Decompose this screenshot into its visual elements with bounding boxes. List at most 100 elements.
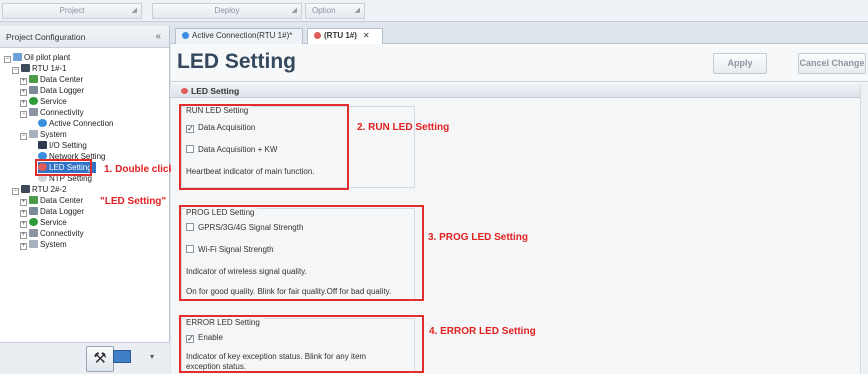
expand-node-icon[interactable]: + [20, 221, 27, 228]
tree-node-rtu1[interactable]: − RTU 1#-1 [12, 63, 67, 74]
annotation-step-1-target: "LED Setting" [100, 196, 167, 207]
tab-project[interactable]: Project ◢ [2, 3, 142, 19]
service-icon [29, 218, 38, 226]
tree-node-connectivity[interactable]: + Connectivity [20, 228, 84, 239]
monitor-icon[interactable] [110, 348, 134, 370]
panel-header: Project Configuration « [0, 26, 169, 48]
collapse-icon[interactable]: « [155, 26, 161, 48]
tree-node-label: Data Center [40, 196, 84, 205]
tree-node-label: I/O Setting [49, 141, 87, 150]
tab-project-label: Project [59, 6, 85, 15]
annotation-step-4: 4. ERROR LED Setting [429, 326, 536, 337]
page-title: LED Setting [177, 50, 296, 73]
panel-footer: ⚒ ▾ [0, 342, 170, 374]
collapse-node-icon[interactable]: − [20, 133, 27, 140]
data-logger-icon [29, 207, 38, 215]
expand-node-icon[interactable]: + [20, 232, 27, 239]
collapse-node-icon[interactable]: − [4, 56, 11, 63]
active-connection-icon [38, 119, 47, 127]
tree-node-label: System [40, 130, 67, 139]
rtu-icon [21, 64, 30, 72]
tab-deploy-label: Deploy [214, 6, 240, 15]
system-icon [29, 240, 38, 248]
collapse-node-icon[interactable]: − [20, 111, 27, 118]
monitor-icon [113, 350, 131, 363]
tree-node-data-logger[interactable]: + Data Logger [20, 206, 84, 217]
expand-icon: ◢ [131, 7, 137, 14]
collapse-node-icon[interactable]: − [12, 67, 19, 74]
expand-icon: ◢ [291, 7, 297, 14]
tree-node-service[interactable]: + Service [20, 217, 67, 228]
tab-led-setting[interactable]: (RTU 1#) ✕ [307, 28, 383, 44]
tree-node-root[interactable]: − Oil pilot plant [4, 52, 70, 63]
tree-node-label: Connectivity [40, 229, 84, 238]
highlight-box [179, 205, 424, 301]
tree-node-connectivity[interactable]: − Connectivity [20, 107, 84, 118]
tree-node-system[interactable]: + System [20, 239, 67, 250]
active-connection-icon [182, 32, 189, 39]
highlight-box [35, 159, 92, 176]
led-icon [181, 88, 188, 94]
expand-node-icon[interactable]: + [20, 89, 27, 96]
expand-node-icon[interactable]: + [20, 243, 27, 250]
cancel-change-button[interactable]: Cancel Change [798, 53, 866, 74]
document-tabs: Active Connection(RTU 1#)* (RTU 1#) ✕ [171, 26, 868, 44]
tree-node-label: Data Logger [40, 207, 85, 216]
service-icon [29, 97, 38, 105]
led-icon [314, 32, 321, 39]
collapse-node-icon[interactable]: − [12, 188, 19, 195]
title-bar: LED Setting Apply Cancel Change [171, 44, 868, 82]
tree-node-label: Oil pilot plant [24, 53, 71, 62]
data-center-icon [29, 196, 38, 204]
tab-option[interactable]: Option ◢ [305, 3, 365, 19]
tree-node-io-setting[interactable]: I/O Setting [38, 140, 87, 151]
tree-node-label: Service [40, 97, 67, 106]
expand-node-icon[interactable]: + [20, 199, 27, 206]
plant-icon [13, 53, 22, 61]
rtu-icon [21, 185, 30, 193]
main-content: LED Setting Apply Cancel Change LED Sett… [171, 44, 868, 374]
vertical-scrollbar[interactable] [860, 84, 868, 374]
tree-node-rtu2[interactable]: − RTU 2#-2 [12, 184, 67, 195]
expand-node-icon[interactable]: + [20, 100, 27, 107]
tab-label: Active Connection(RTU 1#)* [192, 31, 293, 40]
tab-deploy[interactable]: Deploy ◢ [152, 3, 302, 19]
expand-icon: ◢ [354, 7, 360, 14]
annotation-step-2: 2. RUN LED Setting [357, 122, 450, 133]
expand-node-icon[interactable]: + [20, 210, 27, 217]
ribbon-bar: Project ◢ Deploy ◢ Option ◢ [0, 0, 868, 22]
tree-node-label: Service [40, 218, 67, 227]
tree-node-label: Data Center [40, 75, 84, 84]
tree-node-label: RTU 1#-1 [32, 64, 67, 73]
close-icon[interactable]: ✕ [363, 31, 370, 40]
tree-node-system[interactable]: − System [20, 129, 67, 140]
tree-node-data-center[interactable]: + Data Center [20, 195, 83, 206]
tree-node-label: System [40, 240, 67, 249]
tree-node-data-center[interactable]: + Data Center [20, 74, 83, 85]
highlight-box [179, 104, 349, 190]
annotation-step-3: 3. PROG LED Setting [428, 232, 529, 243]
tree-node-service[interactable]: + Service [20, 96, 67, 107]
tree-node-label: Connectivity [40, 108, 84, 117]
data-logger-icon [29, 86, 38, 94]
tree-node-label: Data Logger [40, 86, 85, 95]
annotation-step-1: 1. Double click [104, 164, 175, 175]
panel-title: Project Configuration [6, 32, 86, 42]
project-configuration-panel: Project Configuration « − Oil pilot plant… [0, 26, 174, 374]
tree-node-label: Active Connection [49, 119, 114, 128]
tree-node-active-connection[interactable]: Active Connection [38, 118, 113, 129]
connectivity-icon [29, 229, 38, 237]
tab-active-connection[interactable]: Active Connection(RTU 1#)* [175, 28, 303, 44]
expand-node-icon[interactable]: + [20, 78, 27, 85]
io-setting-icon [38, 141, 47, 149]
data-center-icon [29, 75, 38, 83]
apply-button[interactable]: Apply [713, 53, 767, 74]
section-title: LED Setting [191, 86, 240, 96]
section-header: LED Setting [171, 84, 861, 98]
tab-label: (RTU 1#) [324, 31, 357, 40]
dropdown-icon[interactable]: ▾ [150, 352, 154, 361]
highlight-box [179, 315, 424, 373]
tree-node-label: RTU 2#-2 [32, 185, 67, 194]
tab-option-label: Option [312, 6, 336, 15]
tree-node-data-logger[interactable]: + Data Logger [20, 85, 84, 96]
